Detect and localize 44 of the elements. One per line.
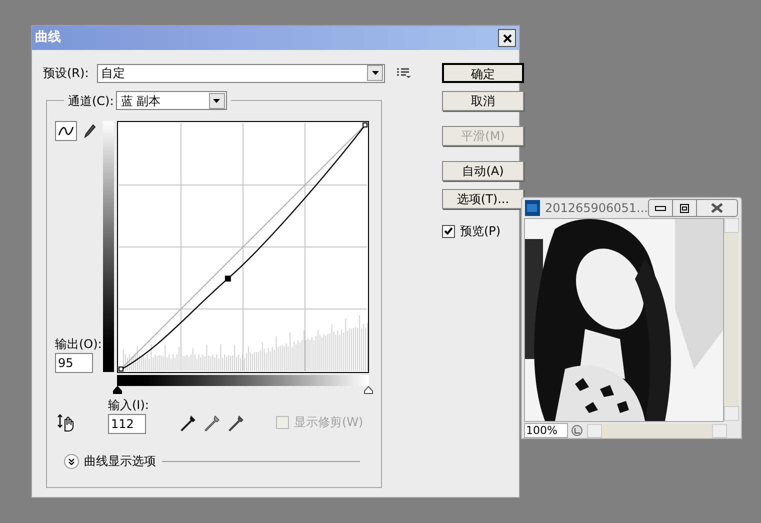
photoshop-logo-icon: [525, 200, 540, 216]
input-label: 输入(I):: [108, 397, 149, 414]
slider-thumb[interactable]: [364, 386, 373, 394]
eyedropper-icon[interactable]: [180, 415, 196, 432]
dropdown-button[interactable]: [208, 92, 225, 108]
caret-icon: [372, 71, 378, 75]
chevron-icon: [68, 458, 75, 464]
menu-icon[interactable]: [397, 68, 411, 78]
input-field[interactable]: 112: [108, 414, 146, 434]
dialog-button[interactable]: 确定: [442, 63, 524, 83]
dialog-button[interactable]: 自动(A): [442, 161, 524, 181]
status-menu-icon[interactable]: [570, 424, 584, 437]
dialog-button[interactable]: 取消: [442, 91, 524, 111]
eyedropper-icon[interactable]: [228, 415, 244, 432]
preview-label: 预览(P): [460, 223, 501, 240]
caret-icon: [213, 98, 220, 102]
display-options-label: 曲线显示选项: [84, 453, 156, 470]
channel-label: 通道(C):: [68, 92, 114, 110]
show-clipping-label: 显示修剪(W): [294, 414, 364, 431]
dropdown-button[interactable]: [367, 65, 383, 81]
eyedropper-icon[interactable]: [204, 415, 220, 432]
close-icon: [711, 203, 723, 213]
close-icon: [502, 34, 512, 42]
preview-checkbox[interactable]: [442, 224, 455, 238]
output-label: 输出(O):: [55, 336, 103, 353]
window-title: 曲线: [35, 29, 61, 48]
preset-label: 预设(R):: [43, 65, 90, 82]
dialog-button[interactable]: 选项(T)...: [442, 189, 524, 209]
curve-tool[interactable]: [55, 121, 77, 141]
minimize-icon: [655, 206, 666, 210]
horizontal-scrollbar[interactable]: [587, 424, 727, 438]
zoom-field[interactable]: 100%: [524, 423, 568, 438]
curve-graph[interactable]: [117, 121, 369, 373]
close-button[interactable]: [498, 29, 516, 47]
vertical-scrollbar[interactable]: [724, 218, 739, 421]
channel-select[interactable]: 蓝 副本: [116, 91, 227, 110]
preset-select[interactable]: 自定: [97, 64, 385, 82]
expand-toggle[interactable]: [64, 454, 79, 468]
curve-icon: [58, 126, 74, 136]
pencil-icon: [84, 124, 96, 138]
slider-thumb[interactable]: [113, 386, 122, 394]
image-window-title: 201265906051...: [544, 200, 648, 217]
output-field[interactable]: 95: [55, 353, 93, 373]
maximize-icon: [680, 204, 689, 212]
